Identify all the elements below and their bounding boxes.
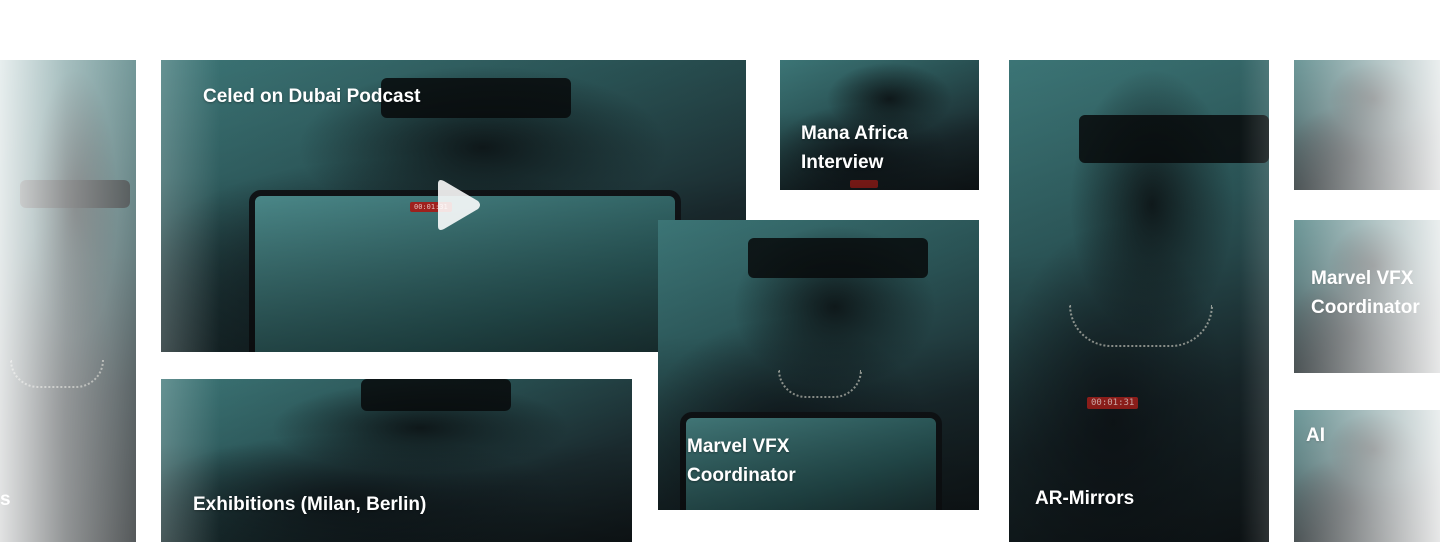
tile-label: AI — [1306, 425, 1325, 446]
video-tile-exhibitions[interactable]: Exhibitions (Milan, Berlin) — [161, 379, 632, 542]
video-tile-ai[interactable]: AI — [1294, 410, 1440, 542]
video-tile-ar-mirrors[interactable]: 00:01:31 AR-Mirrors — [1009, 60, 1269, 542]
tile-label: Celed on Dubai Podcast — [203, 86, 421, 107]
play-icon — [438, 180, 480, 230]
play-button[interactable] — [432, 178, 482, 232]
tile-label: s — [0, 489, 11, 510]
video-tile-right-top[interactable] — [1294, 60, 1440, 190]
rec-timer: 00:01:31 — [1087, 397, 1139, 409]
tile-label: Marvel VFX Coordinator — [687, 436, 796, 486]
tile-label: Mana Africa Interview — [801, 123, 908, 173]
video-tile-left-edge[interactable]: s — [0, 60, 136, 542]
rec-badge — [850, 180, 878, 188]
video-tile-marvel-vfx-right[interactable]: Marvel VFX Coordinator — [1294, 220, 1440, 373]
tile-label: AR-Mirrors — [1035, 488, 1135, 509]
tile-label: Marvel VFX Coordinator — [1311, 268, 1420, 318]
video-gallery: s 00:01:31 Celed on Dubai Podcast Exhibi… — [0, 0, 1440, 543]
video-tile-marvel-vfx-center[interactable]: Marvel VFX Coordinator — [658, 220, 979, 510]
tile-label: Exhibitions (Milan, Berlin) — [193, 494, 427, 515]
video-tile-mana-africa[interactable]: Mana Africa Interview — [780, 60, 979, 190]
